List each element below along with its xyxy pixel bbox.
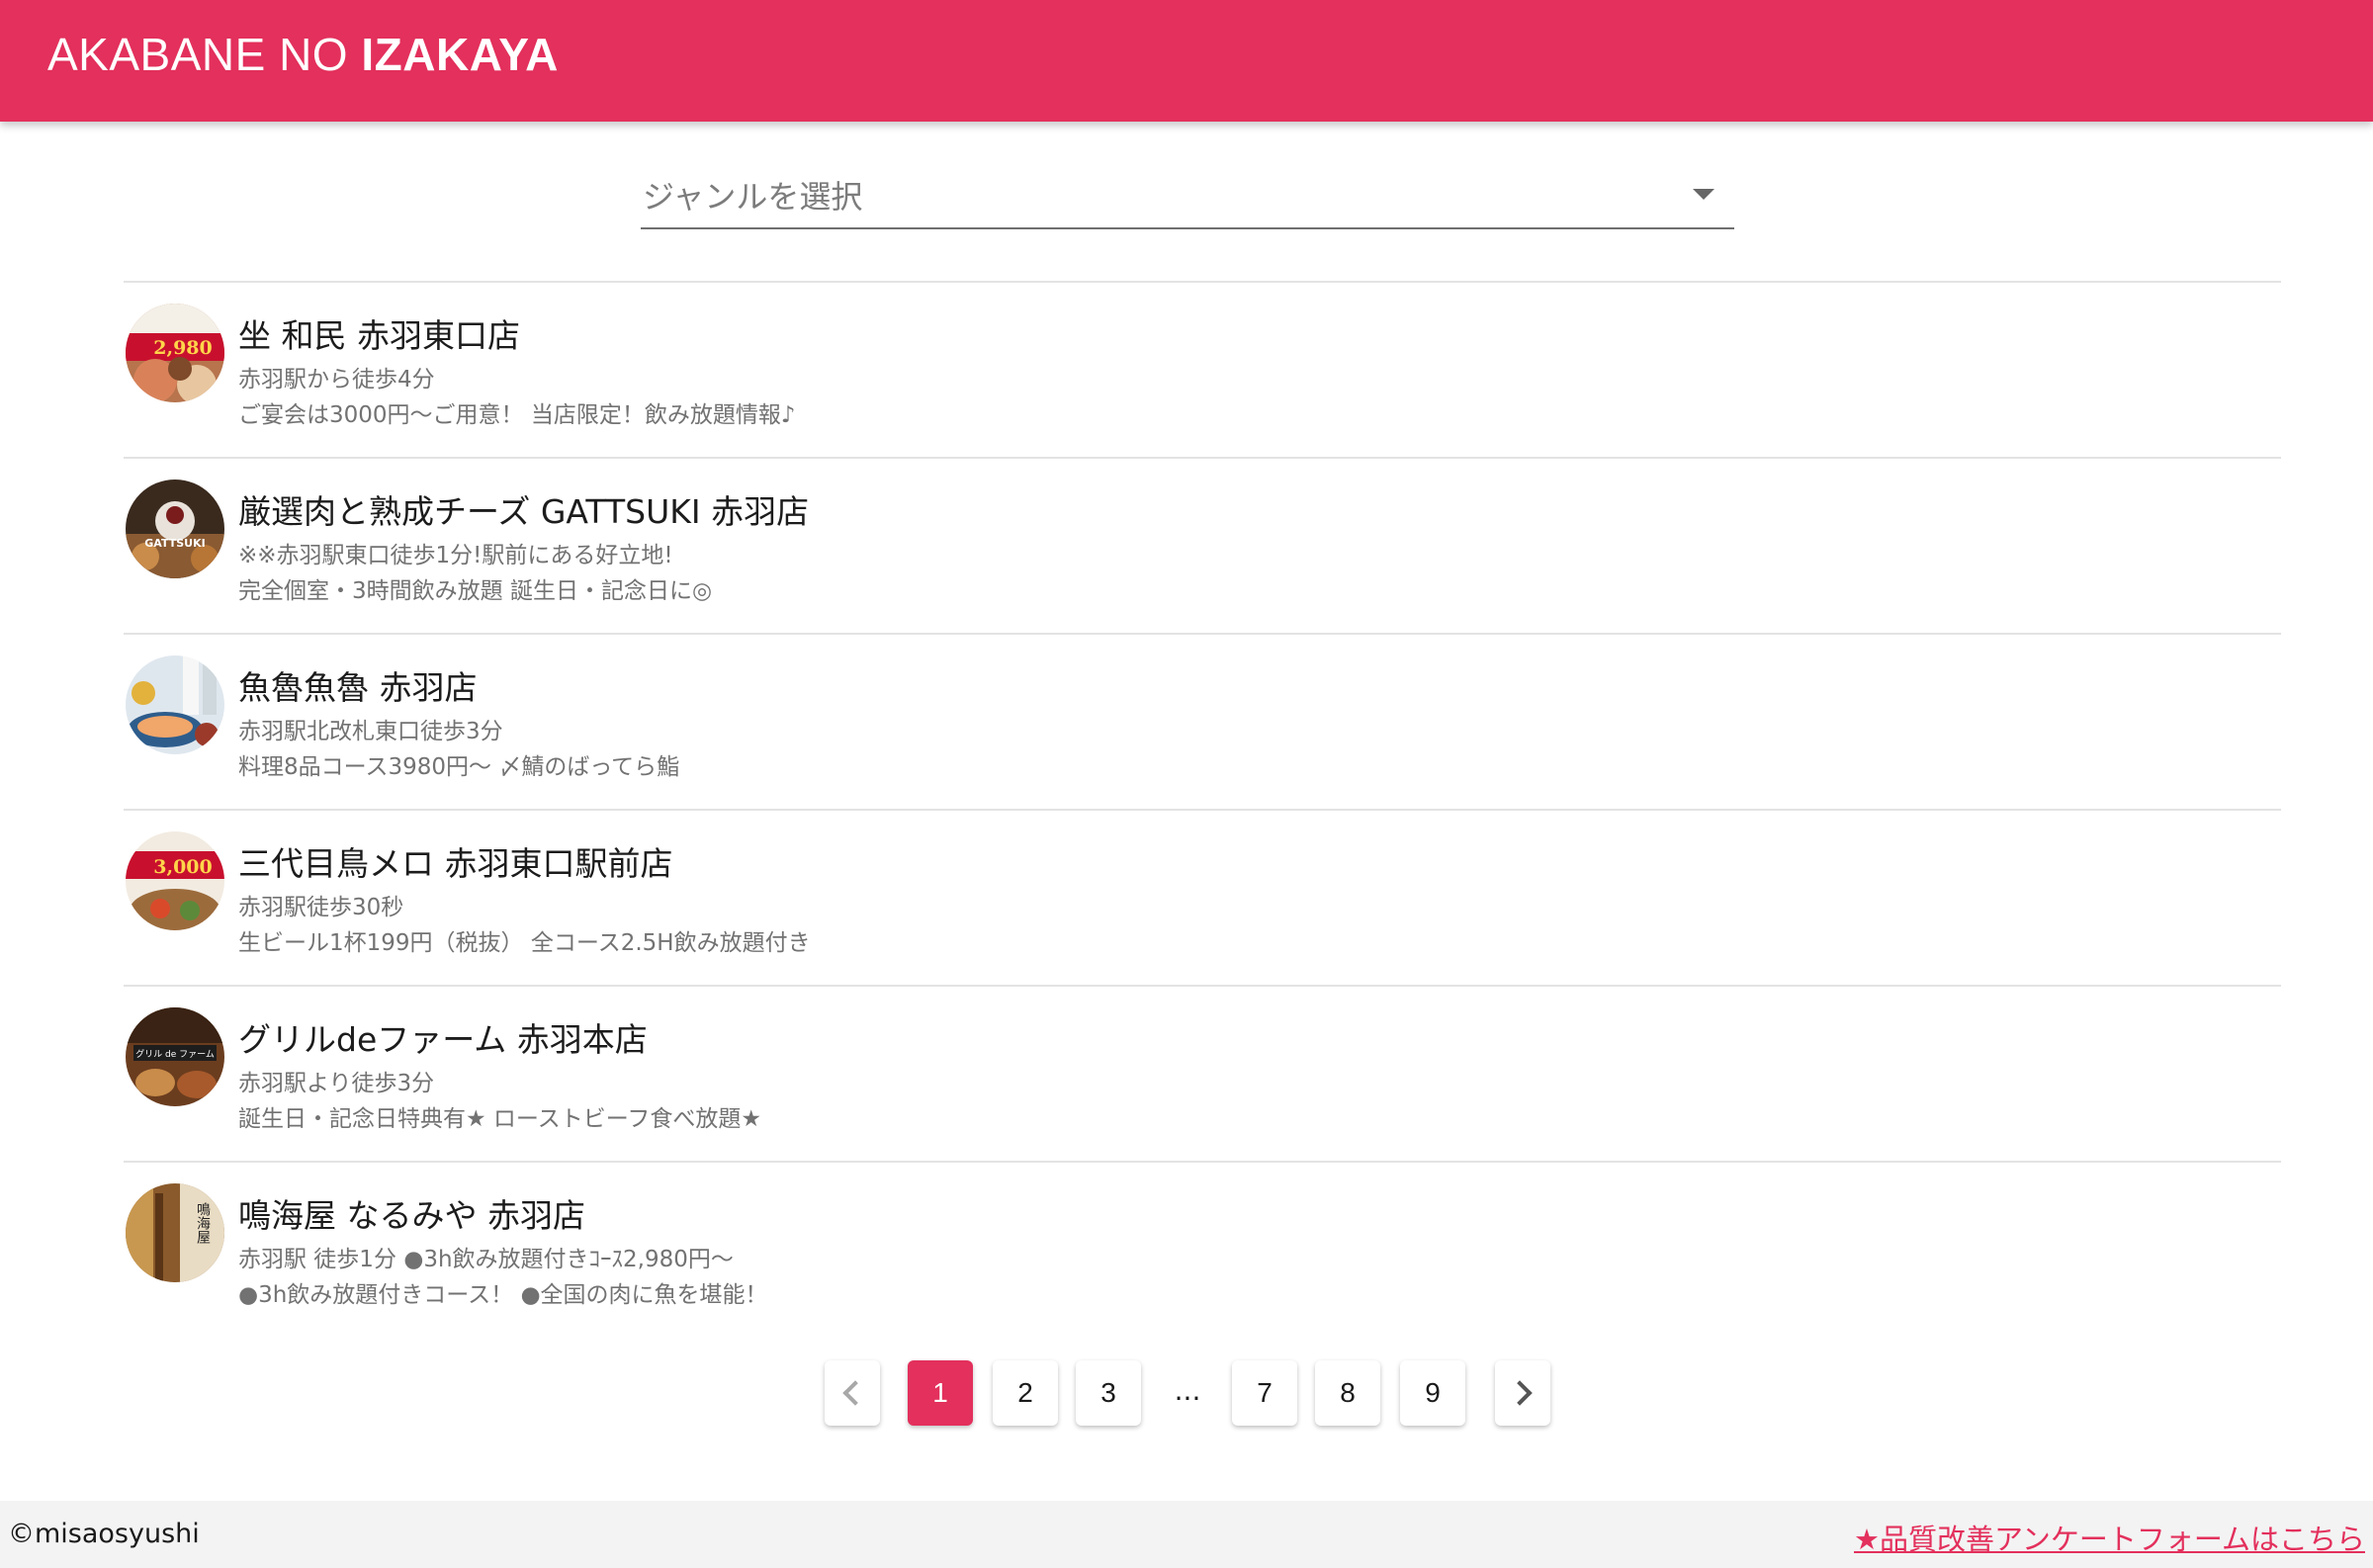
svg-text:2,980: 2,980	[153, 337, 213, 359]
footer: ©misaosyushi ★品質改善アンケートフォームはこちら	[0, 1501, 2373, 1568]
restaurant-name: 鳴海屋 なるみや 赤羽店	[238, 1196, 585, 1235]
restaurant-thumbnail: 3,000	[126, 831, 224, 930]
restaurant-list-item[interactable]: 鳴海屋 鳴海屋 なるみや 赤羽店 赤羽駅 徒歩1分 ●3h飲み放題付きｺｰｽ2,…	[124, 1161, 2281, 1337]
page-button-7[interactable]: 7	[1232, 1360, 1297, 1426]
chevron-left-icon	[842, 1380, 868, 1406]
restaurant-thumbnail: GATTSUKI	[126, 479, 224, 578]
restaurant-catch: 生ビール1杯199円（税抜） 全コース2.5H飲み放題付き	[238, 930, 811, 956]
restaurant-list-item[interactable]: 3,000 三代目鳥メロ 赤羽東口駅前店 赤羽駅徒歩30秒 生ビール1杯199円…	[124, 809, 2281, 985]
restaurant-thumbnail: 2,980	[126, 304, 224, 402]
restaurant-thumbnail	[126, 655, 224, 754]
restaurant-access: 赤羽駅より徒歩3分	[238, 1071, 435, 1096]
genre-select[interactable]: ジャンルを選択	[641, 158, 1734, 229]
restaurant-access: 赤羽駅から徒歩4分	[238, 367, 435, 392]
restaurant-name: 三代目鳥メロ 赤羽東口駅前店	[238, 844, 673, 883]
svg-text:鳴海屋: 鳴海屋	[195, 1202, 211, 1245]
chevron-right-icon	[1507, 1380, 1533, 1406]
svg-text:GATTSUKI: GATTSUKI	[144, 537, 205, 550]
survey-form-link[interactable]: ★品質改善アンケートフォームはこちら	[1854, 1517, 2365, 1558]
page-button-8[interactable]: 8	[1315, 1360, 1380, 1426]
restaurant-catch: ご宴会は3000円～ご用意！ 当店限定！飲み放題情報♪	[238, 402, 796, 428]
next-page-button[interactable]	[1495, 1360, 1550, 1426]
restaurant-name: 魚魯魚魯 赤羽店	[238, 668, 478, 707]
copyright-text: ©misaosyushi	[8, 1519, 200, 1549]
app-title-light: AKABANE NO	[47, 29, 362, 80]
restaurant-thumbnail: 鳴海屋	[126, 1183, 224, 1282]
app-title: AKABANE NO IZAKAYA	[47, 28, 559, 81]
restaurant-catch: 誕生日・記念日特典有★ ローストビーフ食べ放題★	[238, 1106, 762, 1132]
restaurant-access: ※※赤羽駅東口徒歩1分!駅前にある好立地!	[238, 543, 673, 568]
restaurant-name: グリルdeファーム 赤羽本店	[238, 1020, 648, 1059]
app-bar: AKABANE NO IZAKAYA	[0, 0, 2373, 122]
restaurant-thumbnail: グリル de ファーム	[126, 1007, 224, 1106]
restaurant-catch: 完全個室・3時間飲み放題 誕生日・記念日に◎	[238, 578, 713, 604]
restaurant-catch: ●3h飲み放題付きコース！ ●全国の肉に魚を堪能！	[238, 1282, 768, 1308]
page-ellipsis: ...	[1174, 1374, 1201, 1407]
restaurant-access: 赤羽駅徒歩30秒	[238, 895, 404, 920]
page-button-2[interactable]: 2	[993, 1360, 1058, 1426]
app-title-bold: IZAKAYA	[361, 29, 559, 80]
svg-text:グリル de ファーム: グリル de ファーム	[135, 1048, 215, 1060]
svg-text:3,000: 3,000	[153, 856, 213, 878]
pagination: 1 2 3 ... 7 8 9	[0, 1360, 2373, 1430]
genre-select-placeholder: ジャンルを選択	[643, 178, 863, 216]
page-button-9[interactable]: 9	[1400, 1360, 1465, 1426]
restaurant-list-item[interactable]: 2,980 坐 和民 赤羽東口店 赤羽駅から徒歩4分 ご宴会は3000円～ご用意…	[124, 281, 2281, 457]
restaurant-list-item[interactable]: グリル de ファーム グリルdeファーム 赤羽本店 赤羽駅より徒歩3分 誕生日…	[124, 985, 2281, 1161]
restaurant-catch: 料理8品コース3980円～ 〆鯖のばってら鮨	[238, 754, 680, 780]
page-button-1[interactable]: 1	[908, 1360, 973, 1426]
dropdown-arrow-icon	[1693, 189, 1714, 200]
page-button-3[interactable]: 3	[1076, 1360, 1141, 1426]
restaurant-access: 赤羽駅北改札東口徒歩3分	[238, 719, 503, 744]
restaurant-name: 厳選肉と熟成チーズ GATTSUKI 赤羽店	[238, 492, 810, 531]
restaurant-list-item[interactable]: 魚魯魚魯 赤羽店 赤羽駅北改札東口徒歩3分 料理8品コース3980円～ 〆鯖のば…	[124, 633, 2281, 809]
restaurant-list-item[interactable]: GATTSUKI 厳選肉と熟成チーズ GATTSUKI 赤羽店 ※※赤羽駅東口徒…	[124, 457, 2281, 633]
restaurant-name: 坐 和民 赤羽東口店	[238, 316, 520, 355]
restaurant-access: 赤羽駅 徒歩1分 ●3h飲み放題付きｺｰｽ2,980円～	[238, 1247, 734, 1272]
restaurant-list: 2,980 坐 和民 赤羽東口店 赤羽駅から徒歩4分 ご宴会は3000円～ご用意…	[124, 281, 2281, 1337]
prev-page-button[interactable]	[825, 1360, 880, 1426]
